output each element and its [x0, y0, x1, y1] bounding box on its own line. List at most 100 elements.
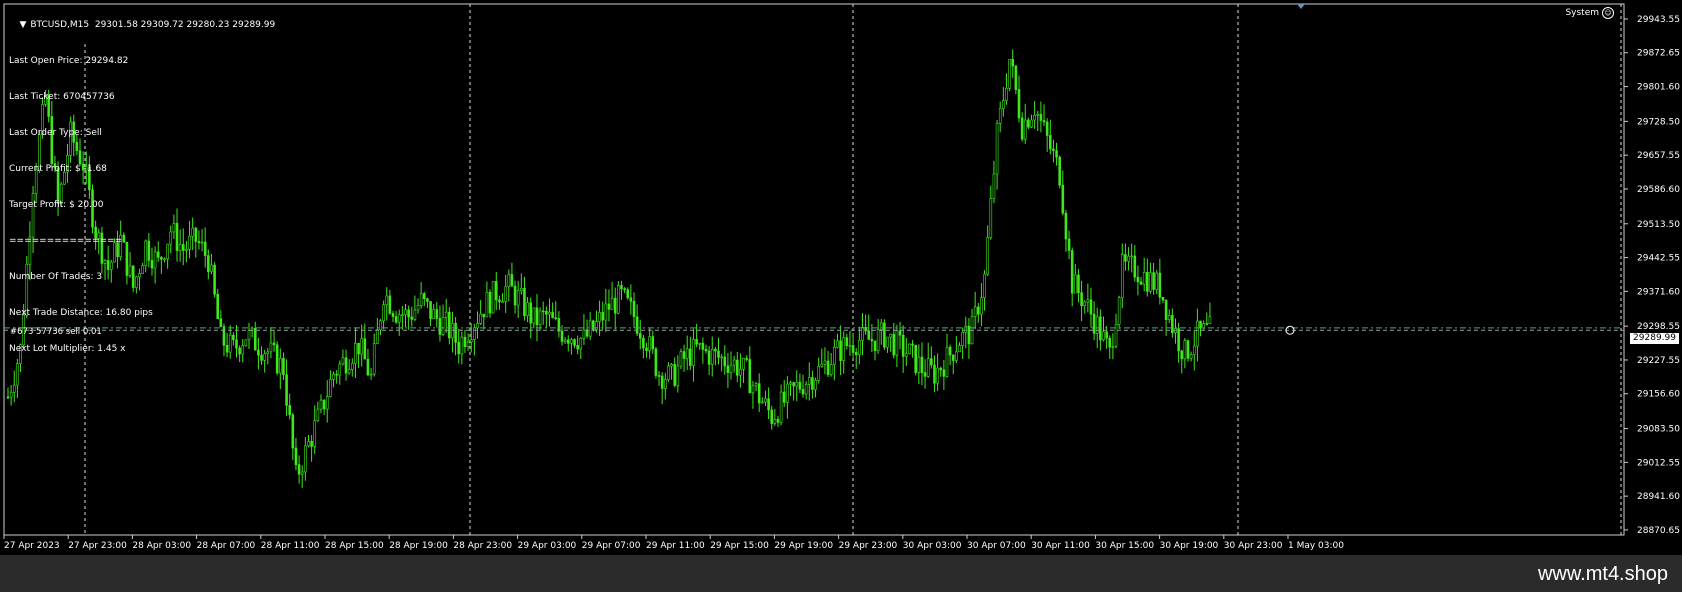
x-tick-label: 28 Apr 19:00	[389, 541, 448, 551]
candle-body	[379, 320, 382, 331]
candle-body	[761, 401, 764, 404]
candle-body	[263, 353, 266, 361]
x-tick-label: 29 Apr 15:00	[710, 541, 769, 551]
candle-body	[1020, 117, 1024, 140]
candle-body	[357, 342, 360, 355]
candle-body	[804, 384, 808, 395]
candle-body	[1067, 238, 1071, 251]
x-tick-label: 29 Apr 23:00	[839, 541, 898, 551]
candle-body	[1002, 100, 1005, 109]
candle-body	[707, 350, 711, 365]
candle-body	[419, 293, 423, 306]
candle-body	[679, 351, 683, 367]
candle-body	[1055, 150, 1058, 158]
candle-body	[908, 343, 911, 355]
candle-body	[764, 398, 767, 403]
candle-body	[773, 419, 777, 424]
candle-body	[160, 257, 163, 260]
candle-body	[945, 346, 949, 377]
candle-body	[779, 391, 783, 423]
candle-body	[976, 306, 980, 315]
info-line: Last Ticket: 670457736	[9, 92, 115, 102]
candle-body	[782, 391, 786, 403]
candle-body	[178, 244, 182, 251]
candle-body	[1092, 313, 1096, 334]
candle-body	[892, 333, 896, 356]
candle-body	[823, 360, 827, 365]
candle-body	[958, 345, 961, 353]
candle-body	[166, 243, 169, 260]
candle-body	[429, 301, 432, 319]
candle-body	[244, 339, 248, 346]
candle-body	[920, 356, 924, 373]
candle-body	[350, 363, 354, 370]
candle-body	[1152, 272, 1155, 290]
candle-body	[1027, 119, 1030, 128]
candle-body	[914, 344, 918, 373]
candle-body	[839, 340, 842, 361]
candle-body	[870, 339, 874, 342]
candle-body	[667, 365, 670, 380]
candle-body	[948, 346, 952, 356]
candle-body	[219, 318, 223, 327]
candle-body	[1083, 301, 1087, 307]
candle-body	[344, 357, 348, 374]
candle-body	[1167, 315, 1171, 320]
candle-body	[1133, 255, 1137, 278]
chevron-down-icon[interactable]: ▼	[19, 19, 26, 31]
info-line: Last Order Type: Sell	[9, 128, 102, 138]
info-line: Last Open Price: 29294.82	[9, 56, 129, 66]
candle-body	[660, 375, 664, 389]
candle-body	[911, 343, 914, 346]
candle-body	[620, 285, 623, 290]
candle-body	[279, 358, 282, 374]
candle-body	[310, 441, 313, 447]
y-tick-label: 29156.60	[1637, 390, 1680, 400]
candle-body	[188, 235, 191, 250]
y-tick-label: 28941.60	[1637, 492, 1680, 502]
shift-marker-icon[interactable]	[1297, 4, 1305, 9]
candle-body	[538, 310, 542, 326]
candle-body	[1077, 274, 1080, 294]
candle-body	[629, 297, 633, 302]
candle-body	[319, 399, 323, 410]
candle-body	[601, 312, 605, 321]
candle-body	[836, 340, 839, 348]
candle-body	[507, 274, 511, 288]
candle-body	[554, 317, 558, 320]
expert-system-label[interactable]: System ☺	[1565, 7, 1614, 19]
y-tick-label: 29872.65	[1637, 49, 1680, 59]
candle-body	[1189, 354, 1193, 359]
candle-body	[657, 375, 661, 377]
candle-body	[566, 339, 570, 344]
chart-frame	[3, 3, 1625, 536]
candle-body	[829, 364, 833, 375]
y-tick-label: 29586.60	[1637, 185, 1680, 195]
candle-body	[1205, 323, 1209, 325]
candle-body	[732, 359, 736, 366]
chart-canvas[interactable]: 29943.55 29872.65 29801.60 29728.50 29657.55…	[0, 0, 1682, 555]
info-line: Current Profit: $ -1.68	[9, 164, 107, 174]
candle-body	[1177, 328, 1180, 352]
candle-body	[648, 336, 651, 351]
candle-body	[479, 313, 482, 324]
order-line-label[interactable]: #673 57736 sell 0.01	[10, 326, 102, 338]
x-tick-label: 30 Apr 19:00	[1160, 541, 1219, 551]
candle-body	[335, 373, 338, 376]
candle-body	[582, 329, 586, 339]
candle-body	[463, 336, 467, 347]
candle-body	[316, 408, 320, 421]
candle-body	[585, 329, 589, 337]
candle-body	[6, 396, 10, 399]
candle-body	[930, 358, 933, 366]
candle-body	[983, 273, 986, 299]
candle-body	[742, 358, 745, 370]
chart-window[interactable]: 29943.55 29872.65 29801.60 29728.50 29657.55…	[0, 0, 1682, 555]
candle-body	[448, 311, 451, 339]
candle-body	[635, 316, 639, 334]
candle-body	[203, 241, 207, 256]
candle-body	[1095, 316, 1099, 334]
candle-body	[385, 295, 389, 306]
candle-body	[883, 322, 886, 348]
candle-body	[570, 339, 573, 344]
